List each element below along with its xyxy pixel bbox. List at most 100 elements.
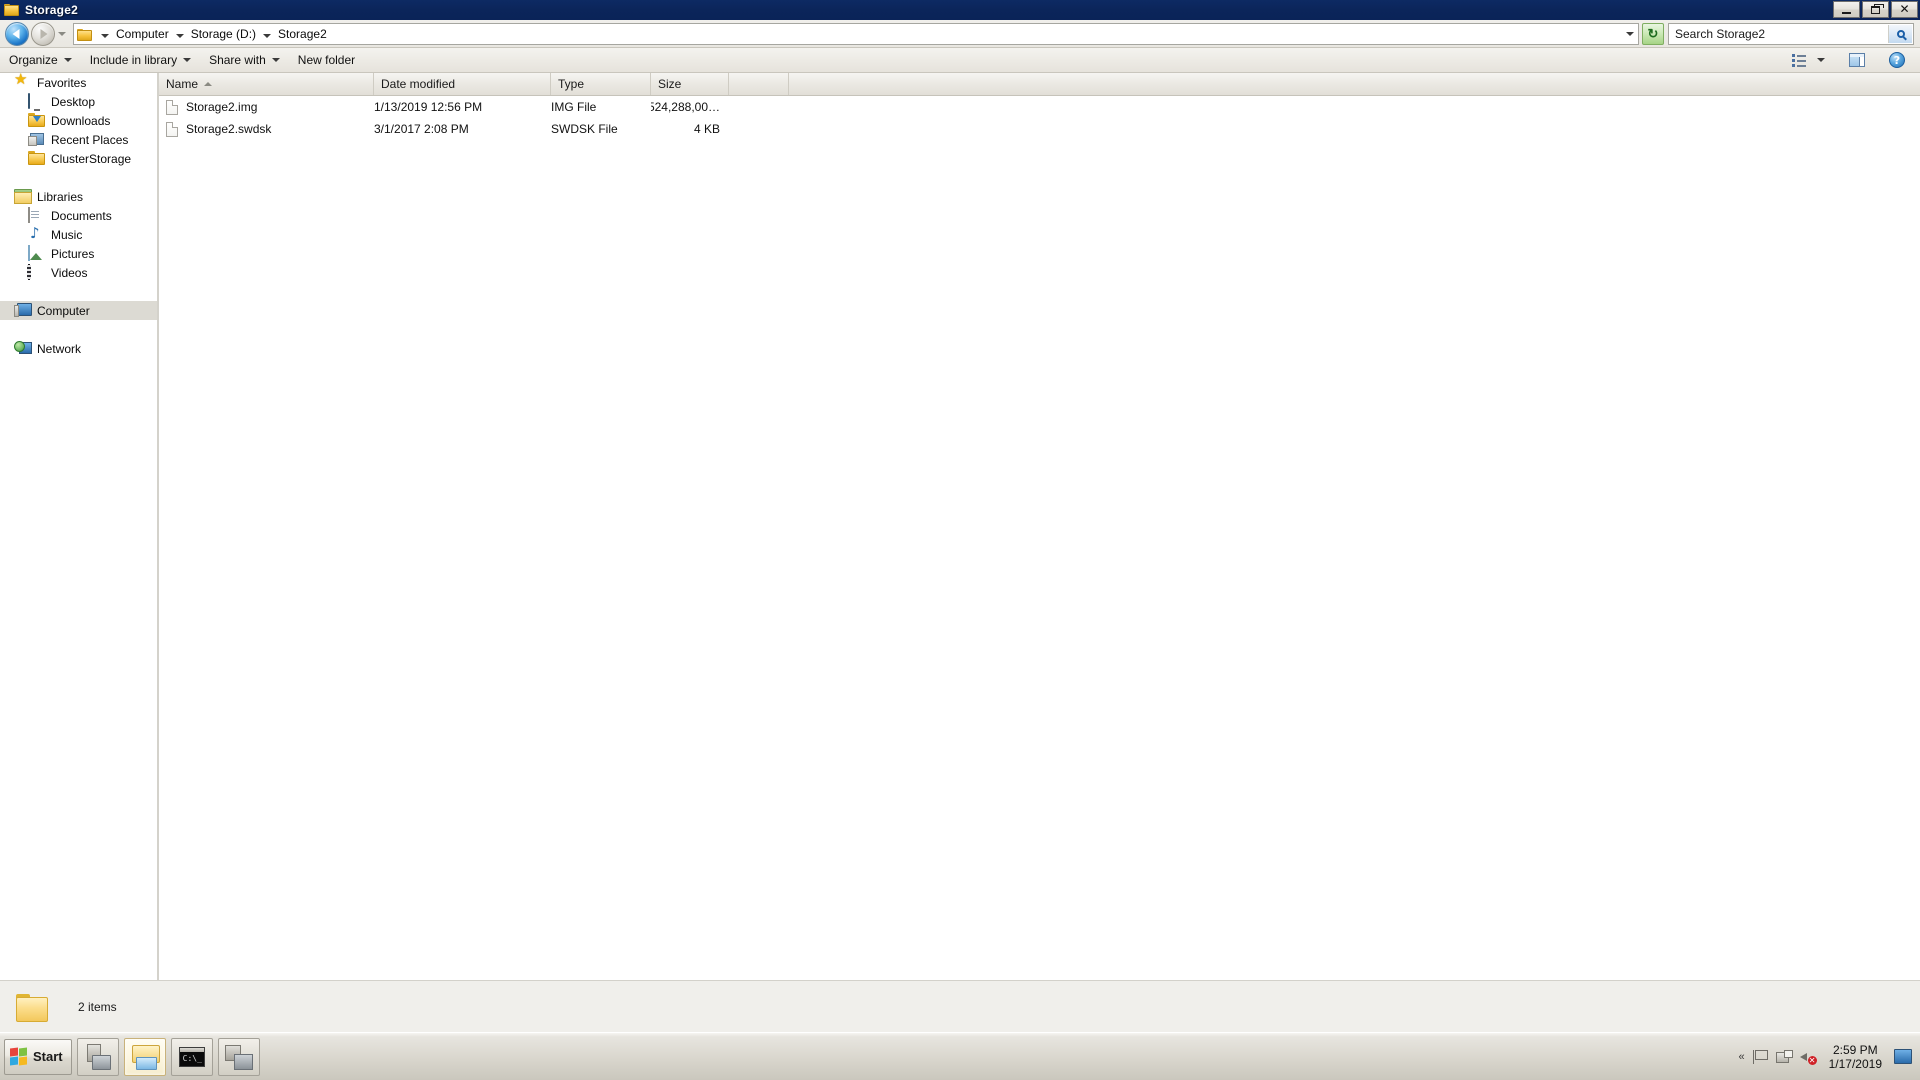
windows-logo-icon (10, 1046, 28, 1066)
column-header-date-modified[interactable]: Date modified (374, 73, 551, 95)
sidebar-label-recent-places: Recent Places (51, 132, 129, 147)
breadcrumb-item-storage-d[interactable]: Storage (D:) (189, 26, 258, 42)
column-header-type[interactable]: Type (551, 73, 651, 95)
back-button[interactable] (5, 21, 29, 46)
sidebar-label-network: Network (37, 341, 82, 356)
folder-icon (28, 151, 45, 167)
breadcrumb-bar[interactable]: Computer Storage (D:) Storage2 (73, 22, 1639, 45)
view-options-button[interactable] (1812, 50, 1830, 71)
search-input[interactable] (1669, 23, 1913, 44)
refresh-button[interactable]: ↻ (1642, 22, 1664, 45)
file-icon (166, 121, 178, 137)
column-header-name[interactable]: Name (159, 73, 374, 95)
sidebar-item-downloads[interactable]: Downloads (0, 111, 157, 130)
work-area: Favorites Desktop Downloads Recent Place… (0, 73, 1920, 980)
minimize-button[interactable] (1833, 1, 1860, 18)
command-prompt-icon (178, 1046, 205, 1067)
sidebar-item-music[interactable]: Music (0, 225, 157, 244)
server-manager-icon (85, 1043, 111, 1070)
volume-muted-icon[interactable]: ✕ (1799, 1050, 1817, 1065)
sidebar-label-documents: Documents (51, 208, 112, 223)
column-label-size: Size (658, 77, 682, 91)
sidebar-label-favorites: Favorites (37, 75, 87, 90)
close-button[interactable]: ✕ (1891, 1, 1918, 18)
forward-button[interactable] (31, 21, 55, 46)
sidebar-item-recent-places[interactable]: Recent Places (0, 130, 157, 149)
sidebar-label-pictures: Pictures (51, 246, 95, 261)
start-button[interactable]: Start (4, 1038, 72, 1075)
sidebar-item-libraries[interactable]: Libraries (0, 187, 157, 206)
new-folder-button[interactable]: New folder (289, 50, 364, 71)
organize-label: Organize (9, 53, 58, 67)
network-icon[interactable] (1775, 1049, 1793, 1064)
clock[interactable]: 2:59 PM 1/17/2019 (1825, 1043, 1886, 1071)
help-button[interactable]: ? (1884, 50, 1910, 71)
taskbar-item-failover-cluster-manager[interactable] (217, 1037, 260, 1076)
sidebar-item-documents[interactable]: Documents (0, 206, 157, 225)
column-header-size[interactable]: Size (651, 73, 729, 95)
maximize-button[interactable] (1862, 1, 1889, 18)
nav-spacer-1 (0, 168, 157, 187)
action-center-flag-icon[interactable] (1752, 1049, 1768, 1064)
organize-button[interactable]: Organize (0, 50, 81, 71)
cell-name: Storage2.img (159, 99, 374, 115)
cell-date-modified: 1/13/2019 12:56 PM (374, 100, 483, 114)
folder-icon (16, 993, 48, 1022)
column-label-name: Name (166, 77, 199, 91)
search-box[interactable] (1668, 22, 1914, 45)
taskbar-item-server-manager[interactable] (76, 1037, 119, 1076)
include-in-library-button[interactable]: Include in library (81, 50, 200, 71)
sidebar-item-pictures[interactable]: Pictures (0, 244, 157, 263)
breadcrumb-sep-0[interactable] (101, 27, 109, 41)
sidebar-label-libraries: Libraries (37, 189, 84, 204)
sidebar-item-network[interactable]: Network (0, 339, 157, 358)
recent-pages-button[interactable] (55, 22, 69, 46)
show-desktop-button[interactable] (1894, 1049, 1912, 1064)
column-header-extra[interactable] (729, 73, 789, 95)
breadcrumb-item-storage2[interactable]: Storage2 (276, 26, 329, 42)
preview-pane-button[interactable] (1844, 50, 1870, 71)
sidebar-item-favorites[interactable]: Favorites (0, 73, 157, 92)
clock-date: 1/17/2019 (1828, 1056, 1882, 1071)
taskbar-item-command-prompt[interactable] (170, 1037, 213, 1076)
sidebar-item-clusterstorage[interactable]: ClusterStorage (0, 149, 157, 168)
breadcrumb-item-computer[interactable]: Computer (114, 26, 171, 42)
window-title: Storage2 (25, 3, 78, 17)
sort-ascending-icon (204, 82, 213, 86)
document-icon (28, 206, 45, 224)
network-icon (14, 341, 31, 357)
show-hidden-icons-button[interactable]: « (1738, 1051, 1744, 1063)
sidebar-item-desktop[interactable]: Desktop (0, 92, 157, 111)
breadcrumb-sep-1[interactable] (175, 27, 184, 41)
file-list-pane[interactable]: Name Date modified Type Size Storage2.im (159, 73, 1920, 980)
chevron-down-icon (1817, 58, 1825, 62)
star-icon (14, 75, 31, 91)
sidebar-label-videos: Videos (51, 265, 88, 280)
column-label-type: Type (558, 77, 585, 91)
taskbar-item-windows-explorer[interactable] (123, 1037, 166, 1076)
nav-group-libraries: Libraries Documents Music Pictures Video… (0, 187, 157, 282)
music-note-icon (28, 227, 45, 243)
address-bar: Computer Storage (D:) Storage2 ↻ (0, 20, 1920, 48)
sidebar-item-videos[interactable]: Videos (0, 263, 157, 282)
window-title-bar[interactable]: Storage2 ✕ (0, 0, 1920, 20)
table-row[interactable]: Storage2.img 1/13/2019 12:56 PM IMG File… (159, 96, 1920, 118)
new-folder-label: New folder (297, 53, 356, 67)
sidebar-item-computer[interactable]: Computer (0, 301, 157, 320)
column-header-filler (789, 73, 1920, 95)
nav-spacer-2 (0, 282, 157, 301)
breadcrumb-sep-2[interactable] (263, 27, 272, 41)
cell-name: Storage2.swdsk (159, 121, 374, 137)
sidebar-label-music: Music (51, 227, 83, 242)
include-in-library-label: Include in library (89, 53, 178, 67)
share-with-button[interactable]: Share with (200, 50, 289, 71)
change-view-button[interactable] (1787, 50, 1812, 71)
previous-locations-button[interactable] (1626, 24, 1634, 44)
search-icon[interactable] (1888, 24, 1912, 43)
clock-time: 2:59 PM (1832, 1042, 1878, 1057)
cell-size: 524,288,00… (651, 100, 720, 114)
table-row[interactable]: Storage2.swdsk 3/1/2017 2:08 PM SWDSK Fi… (159, 118, 1920, 140)
downloads-folder-icon (28, 113, 45, 129)
share-with-label: Share with (209, 53, 266, 67)
desktop-icon (28, 92, 45, 110)
